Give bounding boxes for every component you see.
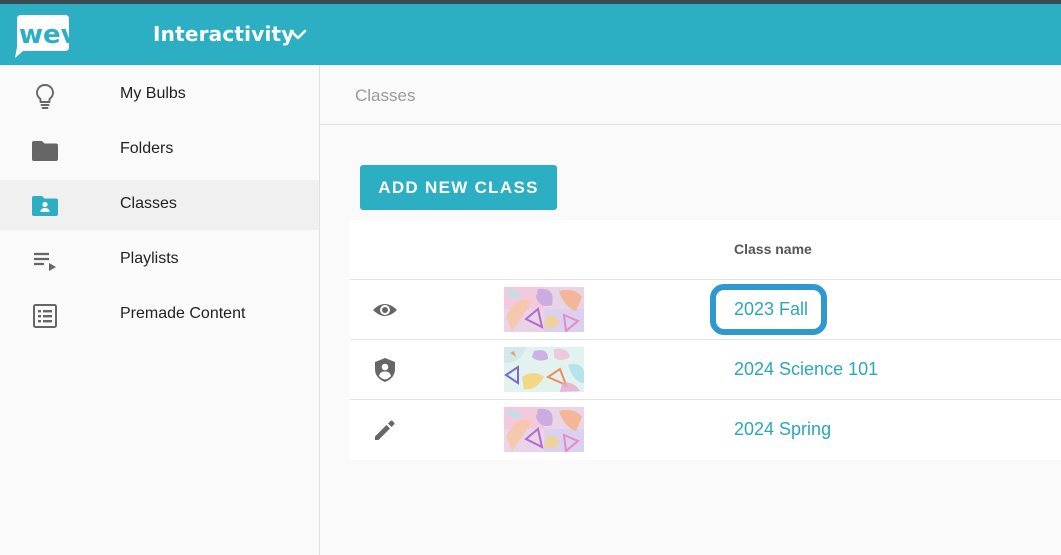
class-thumbnail <box>504 287 584 332</box>
app-title[interactable]: Interactivity <box>153 22 295 46</box>
sidebar-item-classes[interactable]: Classes <box>0 180 319 230</box>
lightbulb-icon <box>36 84 54 109</box>
shield-user-icon <box>375 358 395 382</box>
sidebar-item-label: Folders <box>120 140 174 157</box>
chevron-down-icon[interactable] <box>289 28 307 42</box>
sidebar-item-playlists[interactable]: Playlists <box>0 235 319 285</box>
classes-table: Class name 2023 Fall 2024 Science 101 20… <box>350 220 1061 460</box>
sidebar-item-label: My Bulbs <box>120 85 186 102</box>
app-header: wevideo Interactivity <box>0 4 1061 65</box>
main-content: Classes ADD NEW CLASS Class name 2023 Fa… <box>320 65 1061 555</box>
class-name-link[interactable]: 2024 Spring <box>734 419 831 440</box>
class-folder-icon <box>32 196 58 216</box>
table-row[interactable]: 2024 Science 101 <box>350 340 1061 400</box>
class-thumbnail <box>504 347 584 392</box>
pencil-icon <box>375 420 395 440</box>
playlist-icon <box>34 252 56 271</box>
sidebar-item-label: Premade Content <box>120 305 246 322</box>
folder-icon <box>32 141 58 161</box>
class-name-link[interactable]: 2024 Science 101 <box>734 359 878 380</box>
sidebar-item-folders[interactable]: Folders <box>0 125 319 175</box>
breadcrumb: Classes <box>355 86 416 105</box>
eye-icon <box>373 304 397 316</box>
sidebar-item-my-bulbs[interactable]: My Bulbs <box>0 70 319 120</box>
table-row[interactable]: 2023 Fall <box>350 280 1061 340</box>
list-box-icon <box>33 304 57 328</box>
sidebar-item-premade-content[interactable]: Premade Content <box>0 290 319 340</box>
highlight-ring <box>710 284 827 335</box>
svg-text:wevideo: wevideo <box>19 20 135 50</box>
column-header-class-name[interactable]: Class name <box>734 241 812 257</box>
table-header: Class name <box>350 220 1061 280</box>
sidebar-item-label: Classes <box>120 195 177 212</box>
table-row[interactable]: 2024 Spring <box>350 400 1061 460</box>
breadcrumb-bar: Classes <box>320 65 1061 125</box>
sidebar: My Bulbs Folders Classes Playlists Prema… <box>0 65 320 555</box>
class-thumbnail <box>504 407 584 452</box>
sidebar-item-label: Playlists <box>120 250 179 267</box>
wevideo-logo[interactable]: wevideo <box>13 13 135 59</box>
add-new-class-button[interactable]: ADD NEW CLASS <box>360 165 557 210</box>
